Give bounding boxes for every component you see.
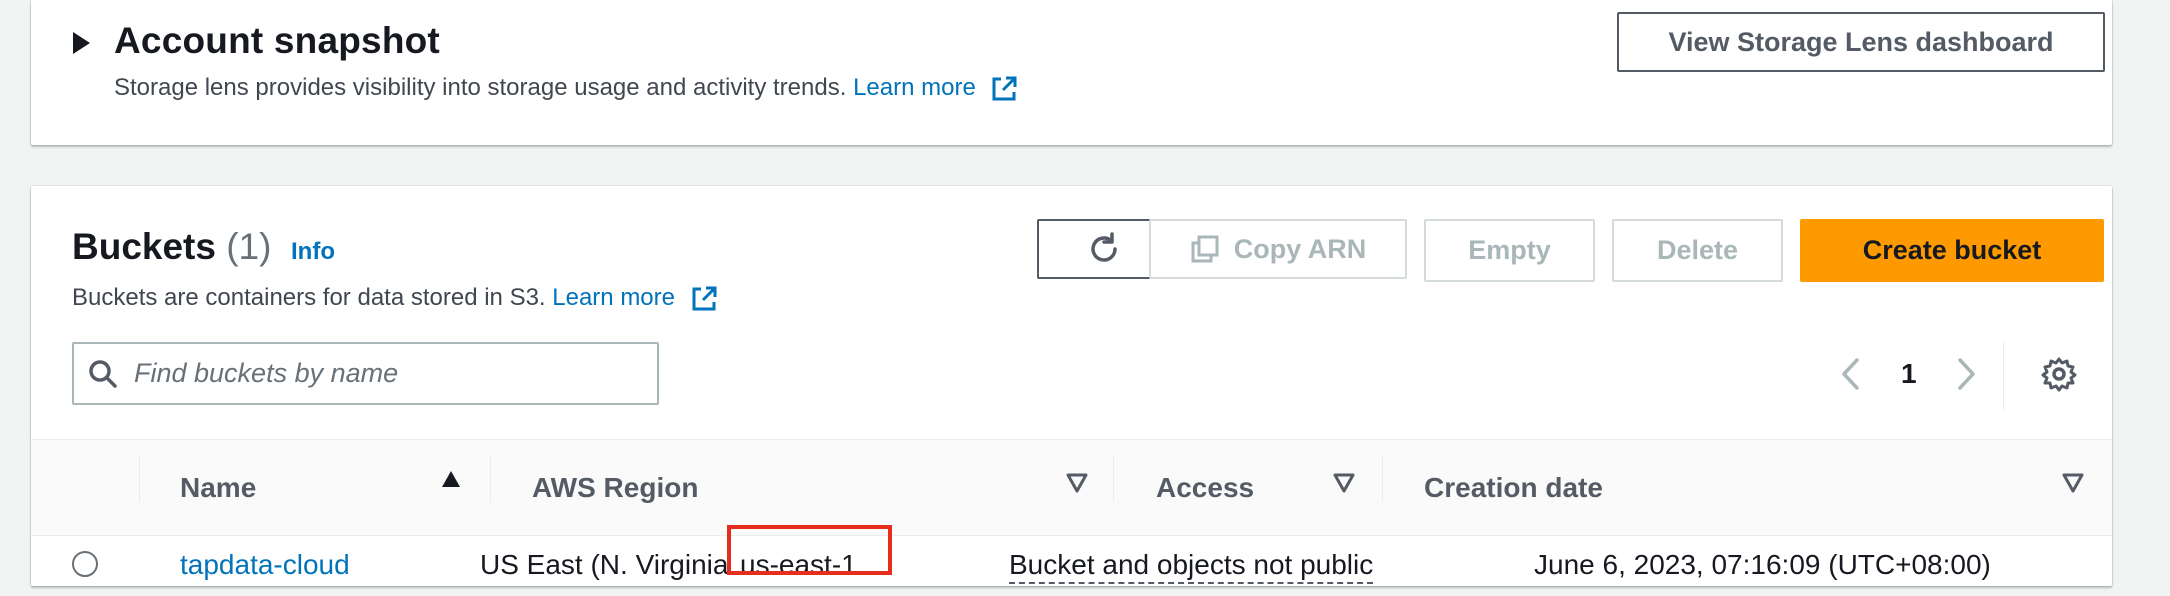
chevron-right-icon (1958, 358, 1975, 390)
buckets-panel: Buckets (1) Info Buckets are containers … (31, 186, 2112, 586)
search-input[interactable] (132, 357, 606, 390)
buckets-count: (1) (226, 226, 272, 267)
account-snapshot-description: Storage lens provides visibility into st… (114, 74, 1018, 103)
search-icon (89, 359, 117, 388)
next-page-button[interactable] (1956, 354, 1978, 394)
column-header-access[interactable]: Access (1156, 440, 1254, 535)
access-status-text[interactable]: Bucket and objects not public (1009, 549, 1374, 584)
previous-page-button[interactable] (1839, 354, 1861, 394)
empty-button[interactable]: Empty (1424, 219, 1595, 282)
snapshot-learn-more-link[interactable]: Learn more (853, 74, 976, 101)
view-storage-lens-button[interactable]: View Storage Lens dashboard (1617, 12, 2105, 72)
pager-divider (2003, 341, 2004, 411)
column-divider (1382, 456, 1383, 502)
buckets-learn-more-link[interactable]: Learn more (552, 284, 675, 311)
refresh-icon (1091, 232, 1117, 262)
bucket-name-link[interactable]: tapdata-cloud (180, 549, 350, 581)
creation-date: June 6, 2023, 07:16:09 (UTC+08:00) (1534, 549, 1991, 580)
account-snapshot-panel: Account snapshot Storage lens provides v… (31, 0, 2112, 145)
sort-ascending-icon[interactable] (441, 470, 461, 488)
buckets-description: Buckets are containers for data stored i… (72, 284, 718, 313)
delete-button[interactable]: Delete (1612, 219, 1783, 282)
snapshot-description-text: Storage lens provides visibility into st… (114, 74, 847, 101)
column-divider (1113, 456, 1114, 502)
region-label: US East (N. Virginia (480, 549, 729, 580)
table-header: Name AWS Region Access Creation date (31, 439, 2112, 536)
external-link-icon[interactable] (690, 285, 718, 313)
search-field[interactable] (72, 342, 659, 405)
copy-arn-label: Copy ARN (1233, 233, 1367, 264)
external-link-icon[interactable] (990, 75, 1018, 103)
account-snapshot-title[interactable]: Account snapshot (114, 20, 440, 62)
copy-icon (1191, 235, 1219, 263)
sort-icon[interactable] (2062, 473, 2084, 493)
page-number[interactable]: 1 (1901, 354, 1917, 394)
region-highlight-box (727, 525, 892, 575)
info-link[interactable]: Info (291, 238, 335, 266)
chevron-left-icon (1842, 358, 1859, 390)
copy-arn-button[interactable]: Copy ARN (1149, 219, 1407, 279)
column-header-creation-date[interactable]: Creation date (1424, 440, 1603, 535)
sort-icon[interactable] (1066, 473, 1088, 493)
buckets-title: Buckets (1) (72, 226, 271, 268)
access-status[interactable]: Bucket and objects not public (1009, 549, 1374, 584)
column-header-name[interactable]: Name (180, 440, 256, 535)
gear-icon[interactable] (2041, 356, 2077, 392)
column-divider (139, 456, 140, 502)
buckets-title-text: Buckets (72, 226, 216, 267)
row-select-radio[interactable] (72, 551, 98, 577)
column-divider (490, 456, 491, 502)
sort-icon[interactable] (1333, 473, 1355, 493)
create-bucket-button[interactable]: Create bucket (1800, 219, 2104, 282)
buckets-description-text: Buckets are containers for data stored i… (72, 284, 546, 311)
caret-right-icon[interactable] (73, 32, 90, 54)
table-row: tapdata-cloud US East (N. Virginia us-ea… (31, 535, 2112, 586)
column-header-region[interactable]: AWS Region (532, 440, 698, 535)
